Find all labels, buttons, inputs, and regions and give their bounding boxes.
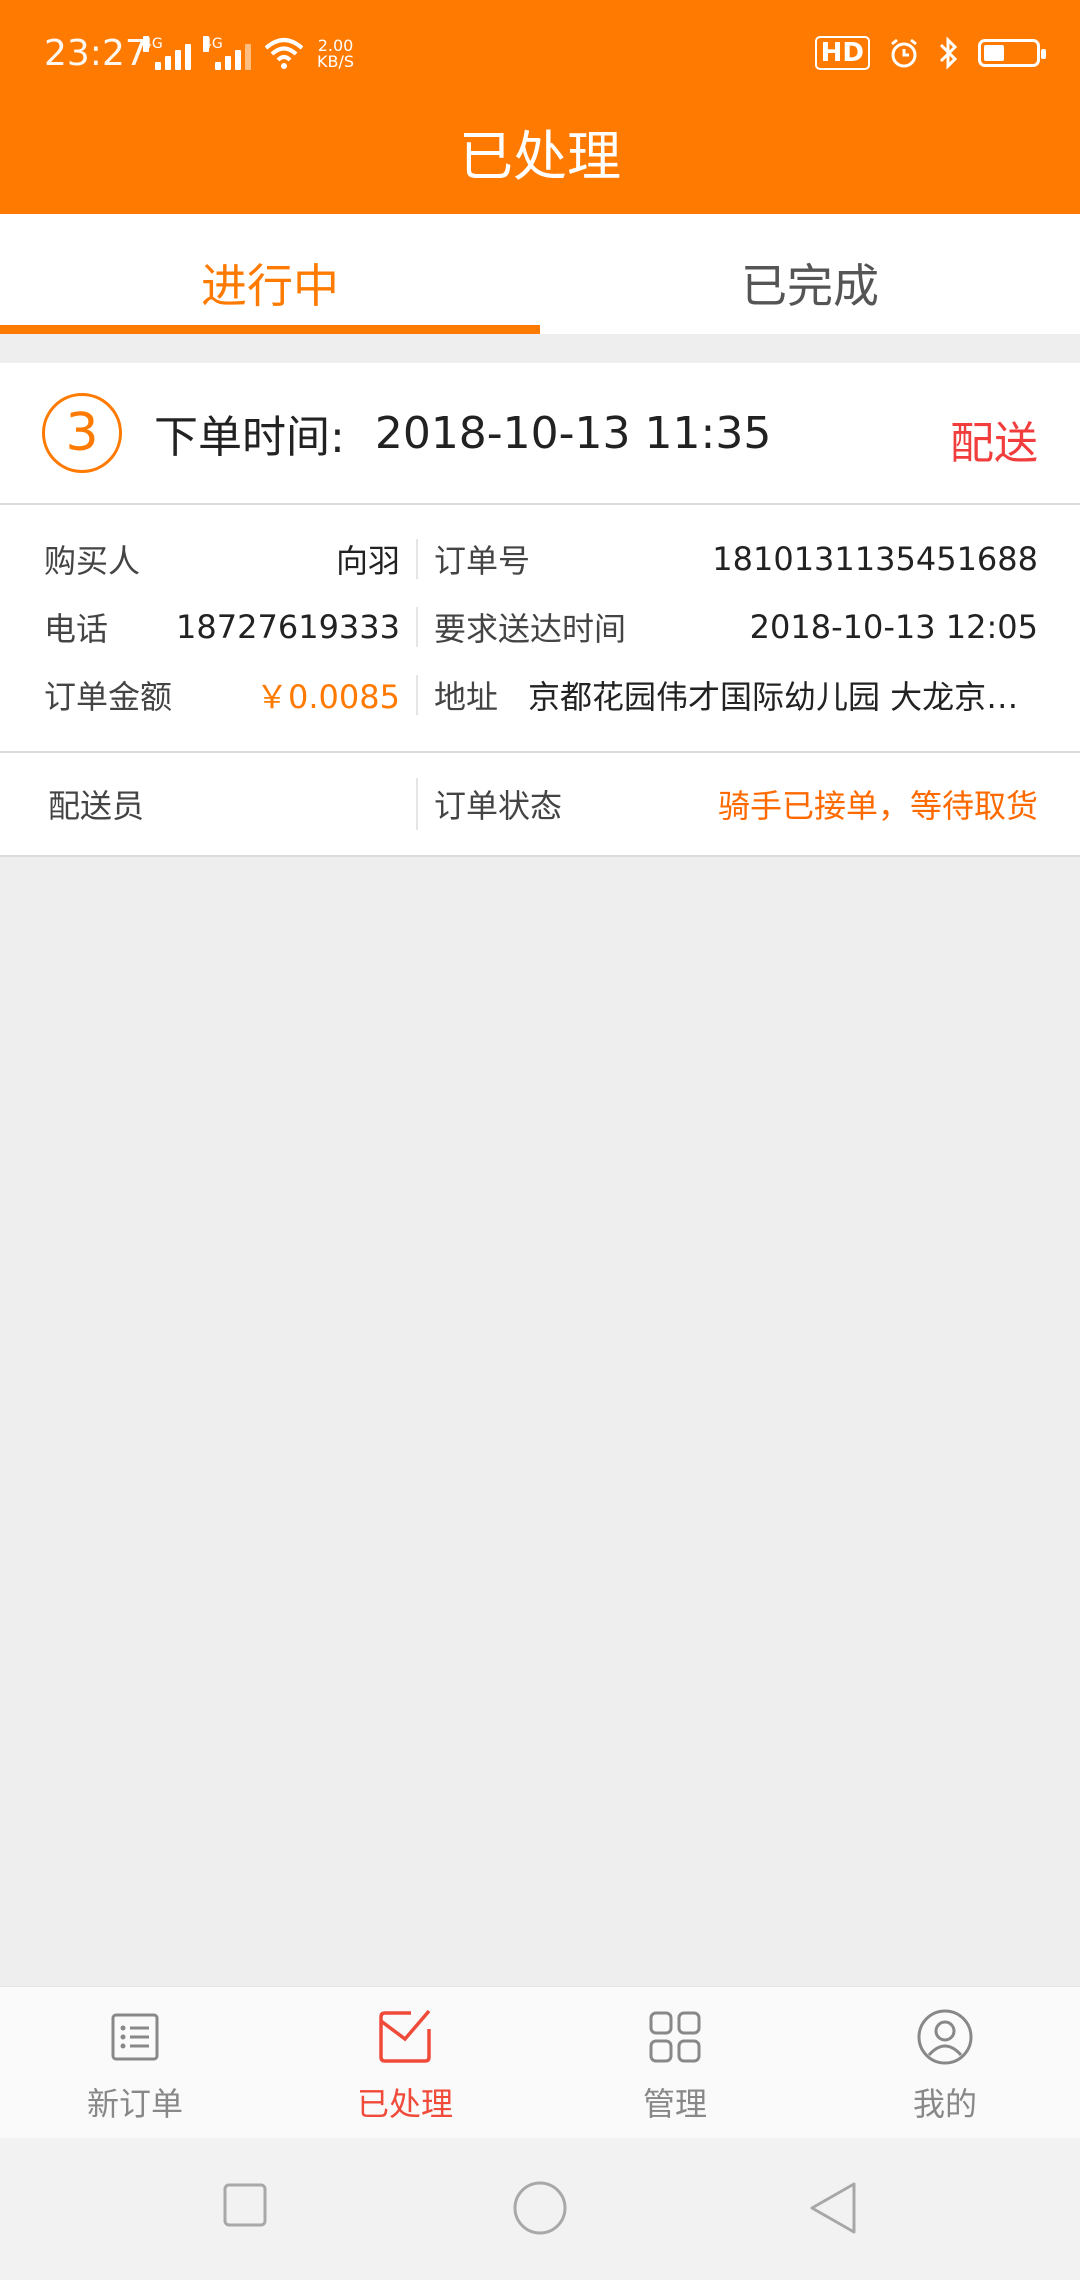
grid-icon (649, 2011, 701, 2063)
bluetooth-icon (939, 36, 958, 70)
address-value: 京都花园伟才国际幼儿园 大龙京都… (528, 678, 1038, 716)
nav-label: 已处理 (356, 2085, 453, 2123)
order-no-value: 1810131135451688 (712, 540, 1038, 578)
status-left-icons: 4G 4G 2.00 KB/S (143, 36, 354, 70)
detail-row: 电话 18727619333 要求送达时间 2018-10-13 12:05 (0, 593, 1080, 661)
deliver-time-label: 要求送达时间 (434, 610, 627, 648)
nav-label: 我的 (912, 2085, 977, 2123)
nav-label: 新订单 (86, 2085, 183, 2123)
buyer-value: 向羽 (335, 542, 400, 580)
nav-mine[interactable]: 我的 (810, 1987, 1080, 2138)
net-speed: 2.00 KB/S (317, 36, 355, 71)
order-card[interactable]: 3 下单时间: 2018-10-13 11:35 配送 购买人 向羽 订单号 1… (0, 363, 1080, 857)
order-time-value: 2018-10-13 11:35 (374, 407, 772, 459)
order-card-header: 3 下单时间: 2018-10-13 11:35 配送 (0, 363, 1080, 505)
status-time: 23:27 (44, 33, 148, 74)
status-bar: 23:27 4G 4G 2.00 KB/S HD (0, 0, 1080, 110)
nav-label: 管理 (642, 2085, 707, 2123)
order-no-label: 订单号 (434, 542, 531, 580)
tab-in-progress[interactable]: 进行中 (0, 214, 540, 334)
order-status-value: 骑手已接单，等待取货 (717, 787, 1038, 825)
hd-icon: HD (814, 36, 870, 70)
processed-icon (379, 2009, 431, 2063)
phone-label: 电话 (44, 610, 109, 648)
deliver-button[interactable]: 配送 (950, 407, 1038, 471)
home-button[interactable] (512, 2180, 568, 2236)
wifi-icon (264, 38, 304, 69)
nav-new-orders[interactable]: 新订单 (0, 1987, 270, 2138)
alarm-icon (891, 38, 917, 68)
detail-row: 购买人 向羽 订单号 1810131135451688 (0, 525, 1080, 593)
amount-label: 订单金额 (44, 678, 173, 716)
nav-processed[interactable]: 已处理 (270, 1987, 540, 2138)
courier-label: 配送员 (48, 787, 145, 825)
bottom-nav: 新订单 已处理 管理 我的 (0, 1986, 1080, 2138)
back-button[interactable] (808, 2180, 858, 2236)
nav-manage[interactable]: 管理 (540, 1987, 810, 2138)
order-time-label: 下单时间: (154, 412, 345, 463)
detail-row: 订单金额 ￥0.0085 地址 京都花园伟才国际幼儿园 大龙京都… (0, 661, 1080, 729)
order-index-badge: 3 (42, 393, 122, 473)
buyer-label: 购买人 (44, 542, 141, 580)
tab-bar: 进行中 已完成 (0, 214, 1080, 334)
phone-value[interactable]: 18727619333 (176, 608, 400, 646)
order-details: 购买人 向羽 订单号 1810131135451688 电话 187276193… (0, 505, 1080, 753)
battery-icon (978, 39, 1046, 67)
system-nav-bar (0, 2138, 1080, 2280)
address-label: 地址 (434, 678, 499, 716)
amount-value: ￥0.0085 (256, 678, 400, 716)
tab-completed[interactable]: 已完成 (540, 214, 1080, 334)
status-right-icons: HD (814, 36, 1046, 70)
profile-icon (917, 2009, 973, 2065)
order-status-label: 订单状态 (434, 787, 563, 825)
deliver-time-value: 2018-10-13 12:05 (749, 608, 1038, 646)
signal-icon-2: 4G (203, 36, 251, 70)
app-header: 23:27 4G 4G 2.00 KB/S HD 已处理 (0, 0, 1080, 214)
signal-icon: 4G (143, 36, 191, 70)
status-row: 配送员 订单状态 骑手已接单，等待取货 (0, 753, 1080, 857)
recents-button[interactable] (222, 2182, 268, 2228)
page-title: 已处理 (459, 125, 621, 188)
list-icon (111, 2013, 159, 2061)
